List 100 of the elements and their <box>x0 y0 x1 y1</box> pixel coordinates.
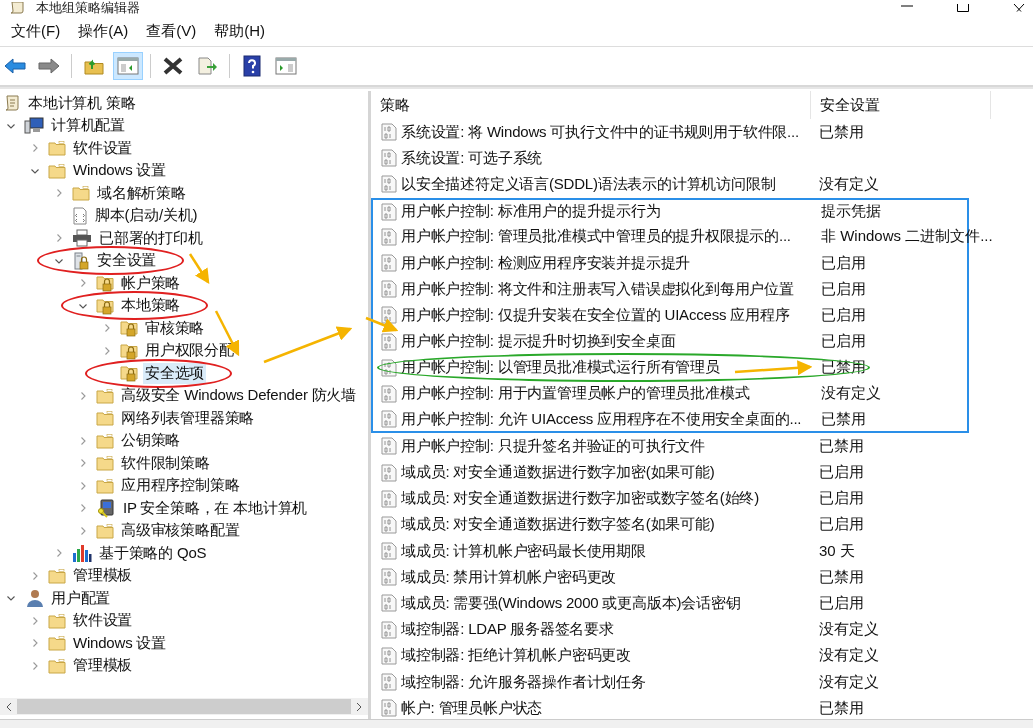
menu-item[interactable]: 文件(F) <box>2 18 70 44</box>
close-icon[interactable] <box>1013 4 1025 12</box>
policy-name[interactable]: 用户帐户控制: 只提升签名并验证的可执行文件 <box>401 436 705 454</box>
expand-icon[interactable] <box>78 278 88 289</box>
folder-icon <box>48 567 66 584</box>
expand-icon[interactable] <box>54 548 64 559</box>
policy-name[interactable]: 用户帐户控制: 以管理员批准模式运行所有管理员 <box>401 358 720 376</box>
policy-name[interactable]: 用户帐户控制: 管理员批准模式中管理员的提升权限提示的... <box>401 227 791 245</box>
column-header[interactable]: 安全设置 <box>811 91 991 119</box>
tree-item[interactable]: 安全设置 <box>95 250 159 272</box>
tree-item[interactable]: IP 安全策略，在 本地计算机 <box>121 497 310 519</box>
expand-icon[interactable] <box>78 435 88 446</box>
policy-name[interactable]: 用户帐户控制: 标准用户的提升提示行为 <box>401 202 661 220</box>
tree-item[interactable]: 域名解析策略 <box>95 182 188 204</box>
tree-item[interactable]: 脚本(启动/关机) <box>93 205 200 227</box>
expand-icon[interactable] <box>78 390 88 401</box>
tree-item[interactable]: 安全选项 <box>143 362 207 384</box>
tree-item[interactable]: 本地计算机 策略 <box>26 92 138 114</box>
tree-item[interactable]: 管理模板 <box>71 655 135 677</box>
tree-item[interactable]: 高级安全 Windows Defender 防火墙 <box>119 385 359 407</box>
expand-icon[interactable] <box>30 638 40 649</box>
key-monitor-icon <box>96 498 116 519</box>
policy-name[interactable]: 域成员: 需要强(Windows 2000 或更高版本)会话密钥 <box>401 593 741 611</box>
bar-chart-icon <box>72 544 92 563</box>
menu-item[interactable]: 帮助(H) <box>205 18 274 44</box>
policy-name[interactable]: 域控制器: 拒绝计算机帐户密码更改 <box>401 646 631 664</box>
expand-icon[interactable] <box>30 570 40 581</box>
console-tree-button[interactable] <box>113 52 143 80</box>
policy-name[interactable]: 用户帐户控制: 提示提升时切换到安全桌面 <box>401 332 676 350</box>
security-setting: 已禁用 <box>819 436 864 456</box>
security-setting: 没有定义 <box>819 620 879 640</box>
policy-icon <box>381 306 397 325</box>
security-setting: 已禁用 <box>819 698 864 718</box>
tree-item[interactable]: 帐户策略 <box>119 272 183 294</box>
security-setting: 已启用 <box>819 515 864 535</box>
scroll-left-icon[interactable] <box>5 701 13 712</box>
folder-icon <box>48 635 66 652</box>
scroll-right-icon[interactable] <box>355 701 363 712</box>
tree-item[interactable]: Windows 设置 <box>71 632 169 654</box>
locked-folder-icon <box>96 296 114 315</box>
policy-name[interactable]: 域成员: 对安全通道数据进行数字加密或数字签名(始终) <box>401 489 759 507</box>
column-header[interactable]: 策略 <box>371 91 811 119</box>
policy-name[interactable]: 用户帐户控制: 用于内置管理员帐户的管理员批准模式 <box>401 384 750 402</box>
policy-icon <box>381 410 397 429</box>
tree-item[interactable]: 软件设置 <box>71 610 135 632</box>
expand-icon[interactable] <box>102 323 112 334</box>
policy-icon <box>381 358 397 377</box>
menu-item[interactable]: 操作(A) <box>69 18 138 44</box>
policy-name[interactable]: 系统设置: 可选子系统 <box>401 148 543 166</box>
tree-item[interactable]: Windows 设置 <box>71 160 169 182</box>
policy-name[interactable]: 域成员: 对安全通道数据进行数字签名(如果可能) <box>401 515 715 533</box>
tree-item[interactable]: 已部署的打印机 <box>97 227 205 249</box>
expand-icon[interactable] <box>102 345 112 356</box>
expand-icon[interactable] <box>30 615 40 626</box>
policy-name[interactable]: 用户帐户控制: 检测应用程序安装并提示提升 <box>401 253 691 271</box>
expand-icon[interactable] <box>54 233 64 244</box>
expand-icon[interactable] <box>78 458 88 469</box>
expand-icon[interactable] <box>30 143 40 154</box>
policy-icon <box>381 254 397 273</box>
policy-icon <box>381 620 397 639</box>
security-setting: 已禁用 <box>819 567 864 587</box>
policy-name[interactable]: 域控制器: 允许服务器操作者计划任务 <box>401 672 646 690</box>
maximize-icon[interactable] <box>957 4 969 12</box>
policy-name[interactable]: 域成员: 计算机帐户密码最长使用期限 <box>401 541 646 559</box>
policy-name[interactable]: 用户帐户控制: 将文件和注册表写入错误虚拟化到每用户位置 <box>401 279 794 297</box>
policy-name[interactable]: 用户帐户控制: 仅提升安装在安全位置的 UIAccess 应用程序 <box>401 305 790 323</box>
expand-icon[interactable] <box>78 525 88 536</box>
tree-item[interactable]: 网络列表管理器策略 <box>119 407 257 429</box>
tree-item[interactable]: 基于策略的 QoS <box>97 542 209 564</box>
tree-item[interactable]: 软件设置 <box>71 137 135 159</box>
tree-item[interactable]: 审核策略 <box>143 317 207 339</box>
policy-name[interactable]: 以安全描述符定义语言(SDDL)语法表示的计算机访问限制 <box>401 174 776 192</box>
menu-item[interactable]: 查看(V) <box>137 18 206 44</box>
policy-name[interactable]: 域成员: 对安全通道数据进行数字加密(如果可能) <box>401 463 715 481</box>
expand-icon[interactable] <box>54 188 64 199</box>
expand-icon[interactable] <box>78 503 88 514</box>
security-setting: 已禁用 <box>821 409 866 429</box>
security-setting: 已启用 <box>821 305 866 325</box>
security-setting: 没有定义 <box>821 384 881 404</box>
policy-name[interactable]: 帐户: 管理员帐户状态 <box>401 698 543 716</box>
scrollbar-thumb[interactable] <box>17 699 351 714</box>
computer-icon <box>24 116 44 135</box>
policy-name[interactable]: 域成员: 禁用计算机帐户密码更改 <box>401 567 617 585</box>
policy-icon <box>381 568 397 587</box>
expand-icon[interactable] <box>78 480 88 491</box>
tree-item[interactable]: 公钥策略 <box>119 430 183 452</box>
tree-item[interactable]: 应用程序控制策略 <box>119 475 242 497</box>
tree-item[interactable]: 管理模板 <box>71 565 135 587</box>
policy-name[interactable]: 域控制器: LDAP 服务器签名要求 <box>401 620 614 638</box>
tree-item[interactable]: 计算机配置 <box>49 115 127 137</box>
tree-item[interactable]: 高级审核策略配置 <box>119 520 242 542</box>
tree-item[interactable]: 软件限制策略 <box>119 452 212 474</box>
tree-item[interactable]: 本地策略 <box>119 295 183 317</box>
policy-name[interactable]: 用户帐户控制: 允许 UIAccess 应用程序在不使用安全桌面的... <box>401 409 802 427</box>
policy-icon <box>381 149 397 168</box>
policy-icon <box>381 673 397 692</box>
tree-item[interactable]: 用户配置 <box>49 587 113 609</box>
scroll-icon <box>8 2 26 14</box>
policy-name[interactable]: 系统设置: 将 Windows 可执行文件中的证书规则用于软件限... <box>401 122 800 140</box>
expand-icon[interactable] <box>30 660 40 671</box>
